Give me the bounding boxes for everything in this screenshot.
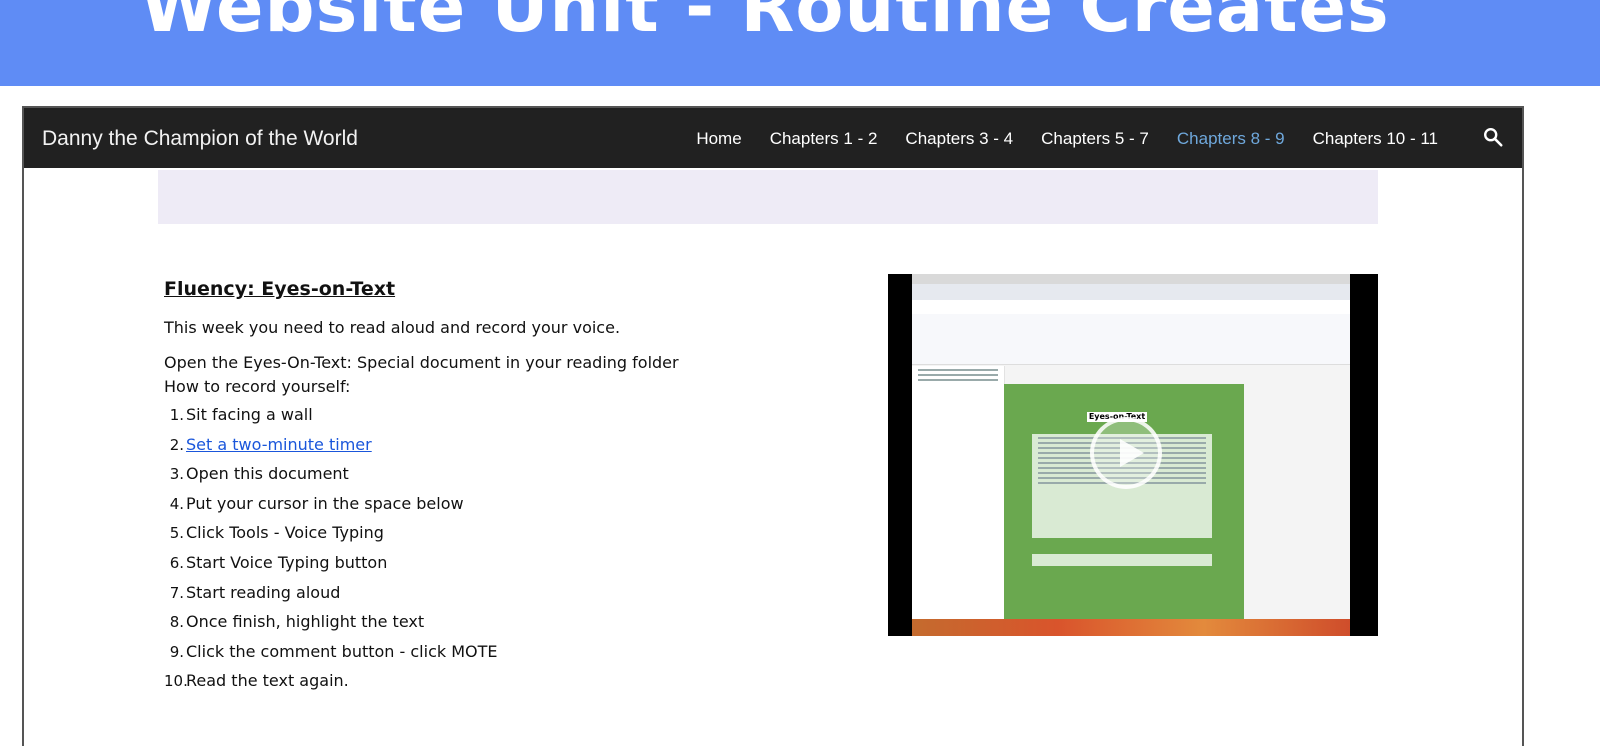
- banner-title: Website Unit - Routine Creates: [140, 0, 1390, 48]
- list-item: 8. Once finish, highlight the text: [169, 612, 425, 632]
- list-item: 4. Put your cursor in the space below: [169, 493, 464, 513]
- list-item: 6. Start Voice Typing button: [169, 552, 388, 572]
- site-title[interactable]: Danny the Champion of the World: [42, 127, 358, 151]
- list-item: 7. Start reading aloud: [169, 582, 341, 602]
- list-item: 9. Click the comment button - click MOTE: [169, 641, 498, 661]
- fluency-content: Fluency: Eyes-on-Text This week you need…: [164, 278, 804, 699]
- site-navbar: Danny the Champion of the World Home Cha…: [24, 108, 1522, 168]
- nav-item-chapters-10-11[interactable]: Chapters 10 - 11: [1299, 129, 1452, 149]
- nav-item-chapters-1-2[interactable]: Chapters 1 - 2: [756, 129, 892, 149]
- search-icon[interactable]: [1482, 126, 1504, 148]
- list-item: 10. Read the text again.: [164, 671, 349, 691]
- nav-item-chapters-3-4[interactable]: Chapters 3 - 4: [891, 129, 1027, 149]
- website-frame: Danny the Champion of the World Home Cha…: [22, 106, 1524, 746]
- list-item: 3. Open this document: [169, 464, 349, 484]
- open-doc-text: Open the Eyes-On-Text: Special document …: [164, 353, 679, 372]
- nav-item-chapters-8-9[interactable]: Chapters 8 - 9: [1163, 129, 1299, 149]
- list-item: 2. Set a two-minute timer: [164, 433, 804, 463]
- list-item: 1. Sit facing a wall: [169, 405, 313, 424]
- nav-item-home[interactable]: Home: [682, 129, 755, 149]
- timer-link[interactable]: Set a two-minute timer: [186, 433, 372, 463]
- nav-item-chapters-5-7[interactable]: Chapters 5 - 7: [1027, 129, 1163, 149]
- how-to-text: How to record yourself:: [164, 377, 351, 396]
- banner: Website Unit - Routine Creates: [0, 0, 1600, 86]
- list-item: 5. Click Tools - Voice Typing: [169, 523, 384, 543]
- nav-menu: Home Chapters 1 - 2 Chapters 3 - 4 Chapt…: [682, 129, 1452, 149]
- section-heading: Fluency: Eyes-on-Text: [164, 278, 396, 300]
- play-icon[interactable]: [1090, 417, 1162, 489]
- video-player[interactable]: Eyes-on-Text: [888, 274, 1378, 636]
- header-image-placeholder: [158, 170, 1378, 224]
- steps-list: 1. Sit facing a wall 2. Set a two-minute …: [164, 403, 804, 699]
- intro-text: This week you need to read aloud and rec…: [164, 318, 621, 337]
